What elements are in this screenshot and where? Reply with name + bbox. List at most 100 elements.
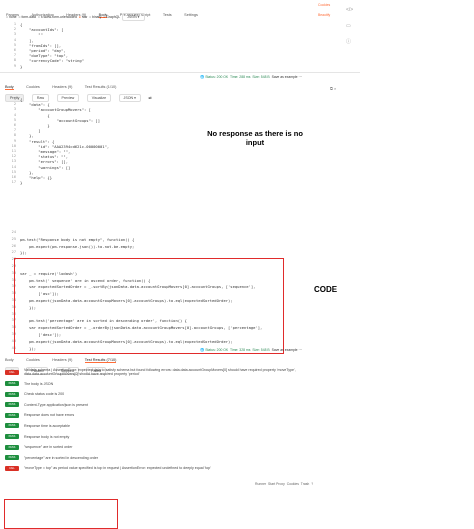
test-result-row: PASS Response does not have errors: [5, 412, 353, 421]
more-icon[interactable]: ⋯: [299, 75, 302, 79]
test-result-text: Validate schema | AssertionError: expect…: [24, 368, 296, 376]
code-line: }: [20, 63, 23, 69]
line-number: 5: [13, 117, 16, 122]
cookies-link[interactable]: Cookies: [318, 3, 330, 7]
radio-none[interactable]: ○ none: [6, 15, 17, 19]
line-number: 2: [13, 27, 16, 32]
line-number: 4: [13, 37, 16, 42]
footer-start-proxy[interactable]: Start Proxy: [268, 482, 285, 486]
test-result-text: The body is JSON: [24, 381, 54, 386]
comment-icon[interactable]: ▭: [346, 18, 353, 34]
line-number: 6: [13, 123, 16, 127]
request-panel: Params Authorization Headers (9) Body Pr…: [0, 0, 360, 73]
test-status-badge: PASS: [5, 455, 19, 461]
test-result-row: PASS "percentage" are in sorted in descen…: [5, 455, 353, 463]
tests-more-icon[interactable]: ⋯: [299, 348, 302, 352]
code-line: pm.expect(pm.response.json()).to.not.be.…: [20, 243, 135, 249]
radio-urlencoded[interactable]: ○ x-www-form-urlencoded: [38, 15, 77, 19]
test-result-text: Response time is acceptable: [24, 423, 70, 428]
test-result-row: PASS The body is JSON: [5, 381, 353, 389]
test-result-text: "moveType = top" as period value specifi…: [24, 466, 211, 471]
globe-icon: 🌐: [200, 75, 205, 79]
tests-response-meta: 🌐 Status: 200 OK Time: 328 ms Size: 548 …: [200, 348, 302, 352]
footer-trash[interactable]: Trash: [301, 482, 310, 486]
footer-runner[interactable]: Runner: [255, 482, 266, 486]
code-line: pm.test("Response body is not empty", fu…: [20, 236, 135, 242]
body-type-options: ○ none ○ form-data ○ x-www-form-urlencod…: [6, 13, 148, 21]
line-number: 26: [11, 243, 16, 248]
test-status-badge: PASS: [5, 391, 19, 397]
radio-raw[interactable]: ● raw: [79, 15, 87, 19]
test-status-badge: PASS: [5, 402, 19, 408]
beautify-button[interactable]: Beautify: [318, 13, 330, 17]
line-number: 8: [13, 133, 16, 138]
search-icon[interactable]: ⌕: [334, 86, 336, 91]
test-code-panel: 24 25 pm.test("Response body is not empty"…: [0, 228, 345, 354]
line-number: 9: [13, 63, 16, 68]
test-result-row: PASS Response body is not empty: [5, 434, 353, 442]
radio-form-data[interactable]: ○ form-data: [18, 15, 36, 19]
line-number: 15: [11, 169, 16, 174]
test-result-row: FAIL "moveType = top" as period value spe…: [5, 465, 353, 474]
footer-cookies[interactable]: Cookies: [287, 482, 299, 486]
code-line: "help": {}: [20, 175, 53, 180]
copy-icon[interactable]: ⧉: [330, 86, 333, 91]
radio-graphql[interactable]: ○ GraphQL: [103, 15, 120, 19]
code-label: CODE: [314, 285, 338, 294]
test-result-text: Response body is not empty: [24, 434, 70, 439]
time-text[interactable]: Time: 288 ms: [230, 75, 250, 79]
tab-settings[interactable]: Settings: [184, 13, 198, 17]
line-number: 11: [11, 149, 16, 153]
line-number: 27: [11, 250, 16, 255]
highlight-sort-results: [4, 499, 118, 529]
line-number: 8: [13, 58, 16, 63]
status-text[interactable]: Status: 200 OK: [205, 75, 228, 79]
test-status-badge: FAIL: [5, 465, 19, 471]
line-number: 25: [11, 236, 16, 241]
line-number: 4: [13, 112, 16, 117]
test-status-badge: PASS: [5, 412, 19, 418]
test-status-badge: PASS: [5, 423, 19, 429]
response-panel: Body Cookies Headers (9) Test Results (1…: [0, 72, 360, 190]
save-example-button[interactable]: Save as example: [272, 75, 298, 79]
test-result-row: PASS Response time is acceptable: [5, 423, 353, 431]
test-result-text: Check status code is 200: [24, 392, 65, 397]
tests-globe-icon: 🌐: [200, 348, 205, 352]
test-result-text: Content-Type application/json is present: [24, 402, 88, 407]
code-line: "currencyCode": "string": [20, 58, 85, 64]
size-text[interactable]: Size: 548 B: [252, 75, 269, 79]
line-number: 13: [11, 159, 16, 164]
test-status-badge: PASS: [5, 444, 19, 450]
code-icon[interactable]: </>: [346, 2, 353, 18]
side-icons: </> ▭ ⓘ: [346, 2, 353, 50]
test-result-row: FAIL Validate schema | AssertionError: ex…: [5, 368, 353, 380]
test-result-row: PASS "sequence" are in sorted order: [5, 444, 353, 453]
tab-tests[interactable]: Tests: [163, 13, 172, 17]
line-number: 2: [13, 102, 16, 107]
tests-status-text[interactable]: Status: 200 OK: [205, 348, 228, 352]
test-result-text: "percentage" are in sorted in descending…: [24, 455, 99, 460]
line-number: 1: [13, 22, 16, 26]
request-code-editor[interactable]: 1{2 "accountIds": [3 "" 4 ], 5 "fromIds": …: [2, 22, 358, 70]
test-result-text: Response does not have errors: [24, 413, 75, 418]
test-results-panel: Body Cookies Headers (9) Test Results (7…: [0, 345, 358, 529]
line-number: 10: [11, 143, 16, 148]
line-number: 16: [11, 175, 16, 179]
footer-help[interactable]: ?: [311, 482, 313, 486]
highlight-sort-tests: [14, 258, 284, 354]
test-status-badge: FAIL: [5, 369, 19, 375]
info-icon[interactable]: ⓘ: [346, 34, 353, 50]
format-dropdown[interactable]: JSON ▾: [122, 13, 145, 21]
line-number: 6: [13, 48, 16, 52]
footer-bar: Runner Start Proxy Cookies Trash ?: [255, 482, 313, 486]
radio-binary[interactable]: ○ binary: [89, 15, 101, 19]
line-number: 1: [13, 97, 16, 101]
line-number: 17: [11, 180, 16, 185]
tests-save-example-button[interactable]: Save as example: [272, 348, 298, 352]
tests-size-text[interactable]: Size: 548 B: [252, 348, 269, 352]
line-number: 12: [11, 154, 16, 159]
tests-time-text[interactable]: Time: 328 ms: [230, 348, 250, 352]
test-result-row: PASS Content-Type application/json is pre…: [5, 402, 353, 410]
no-response-note: No response as there is no input: [207, 129, 303, 147]
test-status-badge: PASS: [5, 381, 19, 386]
